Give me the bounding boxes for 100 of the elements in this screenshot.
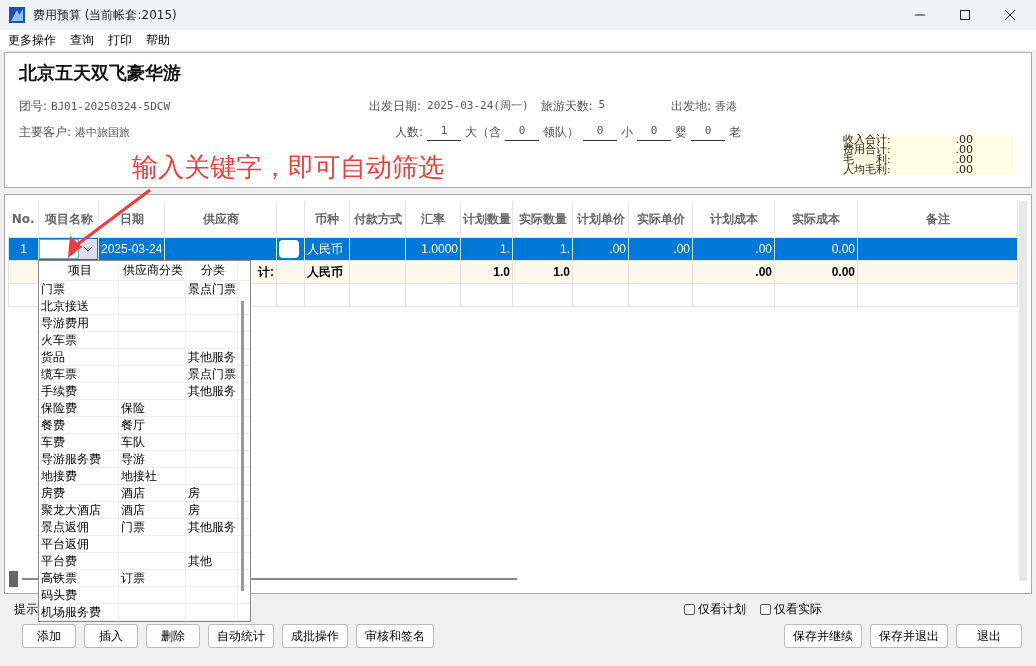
list-item[interactable]: 码头费 (41, 586, 77, 604)
column-header[interactable]: 供应商 (165, 212, 276, 226)
column-header[interactable]: 实际单价 (629, 212, 692, 226)
menu-item[interactable]: 查询 (70, 31, 94, 49)
total-value: .00 (955, 135, 973, 145)
menu-item[interactable]: 帮助 (146, 31, 170, 49)
list-item[interactable]: 地接费 (41, 467, 77, 485)
list-cell: 其他服务 (188, 382, 236, 400)
action-button[interactable]: 删除 (146, 624, 200, 648)
column-header[interactable]: 计划数量 (461, 212, 512, 226)
window-title: 费用预算 (当前帐套:2015) (33, 6, 177, 24)
list-cell: 其他 (188, 552, 212, 570)
action-button[interactable]: 成批操作 (282, 624, 348, 648)
tour-days: 5 (598, 97, 606, 115)
list-cell: 地接社 (121, 467, 157, 485)
cell-checkbox[interactable] (279, 240, 299, 258)
list-column-header: 项目 (39, 261, 119, 280)
table-cell: 1.0 (553, 265, 570, 279)
hint-label: 提示 (14, 600, 38, 618)
people-count: 1 (427, 123, 462, 141)
close-icon[interactable] (1004, 9, 1016, 21)
table-cell: 计: (258, 264, 274, 279)
list-cell: 车队 (121, 433, 145, 451)
list-item[interactable]: 手续费 (41, 382, 77, 400)
people-unit: 小 (621, 123, 634, 141)
selected-row[interactable]: 1 2025-03-24 人民币 1.0000 1. 1. .00 .00 .00 0.00 (8, 237, 1018, 261)
list-item[interactable]: 货品 (41, 348, 65, 366)
action-button[interactable]: 添加 (22, 624, 76, 648)
column-header[interactable]: 汇率 (406, 212, 460, 226)
action-button[interactable]: 保存并继续 (784, 624, 862, 648)
column-header[interactable]: 备注 (858, 212, 1017, 226)
action-button[interactable]: 审核和签名 (356, 624, 434, 648)
horizontal-scrollbar[interactable] (9, 571, 517, 587)
menu-item[interactable]: 更多操作 (8, 31, 56, 49)
checkbox-label: 仅看实际 (774, 600, 822, 618)
list-cell: 酒店 (121, 501, 145, 519)
column-header[interactable]: 实际成本 (775, 212, 857, 226)
checkbox-label: 仅看计划 (698, 600, 746, 618)
checkbox[interactable] (684, 603, 695, 615)
list-item[interactable]: 餐费 (41, 416, 65, 434)
people-count: 0 (583, 123, 618, 141)
list-item[interactable]: 聚龙大酒店 (41, 501, 101, 519)
group-number: BJ01-20250324-5DCW (50, 99, 171, 113)
list-cell: 房 (188, 501, 200, 519)
list-item[interactable]: 平台返佣 (41, 535, 89, 553)
maximize-icon[interactable] (959, 9, 971, 21)
column-header[interactable]: 计划单价 (573, 212, 628, 226)
table-cell: 人民币 (307, 241, 343, 256)
list-item[interactable]: 景点返佣 (41, 518, 89, 536)
people-count: 0 (637, 123, 672, 141)
list-cell: 其他服务 (188, 518, 236, 536)
list-cell: 门票 (121, 518, 145, 536)
action-button[interactable]: 自动统计 (208, 624, 274, 648)
list-item[interactable]: 保险费 (41, 399, 77, 417)
field-label: 主要客户: (19, 124, 72, 139)
menu-item[interactable]: 打印 (108, 31, 132, 49)
list-item[interactable]: 导游服务费 (41, 450, 101, 468)
list-item[interactable]: 房费 (41, 484, 65, 502)
people-count: 0 (505, 123, 540, 141)
table-cell: .00 (755, 242, 772, 256)
column-header[interactable]: 项目名称 (39, 212, 98, 226)
list-item[interactable]: 高铁票 (41, 569, 77, 587)
field-label: 旅游天数: (540, 97, 593, 115)
list-item[interactable]: 车费 (41, 433, 65, 451)
list-item[interactable]: 北京接送 (41, 297, 89, 315)
table-cell: 2025-03-24 (101, 242, 163, 256)
list-cell: 餐厅 (121, 416, 145, 434)
total-label: 人均毛利: (843, 165, 891, 175)
list-item[interactable]: 平台费 (41, 552, 77, 570)
table-cell: 1.0000 (421, 242, 458, 256)
column-header[interactable]: 付款方式 (350, 212, 405, 226)
total-label: 收入合计: (843, 135, 891, 145)
table-cell: .00 (673, 242, 690, 256)
table-cell: .00 (755, 265, 772, 279)
people-unit: 老 (729, 123, 742, 141)
action-button[interactable]: 插入 (84, 624, 138, 648)
dropdown-scrollbar[interactable] (241, 301, 244, 591)
column-header[interactable]: No. (8, 212, 38, 226)
people-count: 0 (691, 123, 726, 141)
list-item[interactable]: 缆车票 (41, 365, 77, 383)
action-button[interactable]: 保存并退出 (870, 624, 948, 648)
dropdown-button[interactable] (79, 239, 97, 259)
list-item[interactable]: 机场服务费 (41, 603, 101, 621)
table-cell: .00 (609, 242, 626, 256)
checkbox[interactable] (760, 603, 771, 615)
list-cell: 酒店 (121, 484, 145, 502)
column-header[interactable]: 币种 (305, 212, 349, 226)
list-item[interactable]: 火车票 (41, 331, 77, 349)
column-header[interactable]: 日期 (99, 212, 164, 226)
total-value: .00 (955, 165, 973, 175)
total-value: .00 (955, 145, 973, 155)
people-unit: 大（含 (465, 123, 502, 141)
departure-place: 香港 (714, 99, 737, 113)
action-button[interactable]: 退出 (956, 624, 1022, 648)
column-header[interactable]: 实际数量 (513, 212, 572, 226)
column-header[interactable]: 计划成本 (693, 212, 774, 226)
table-cell: 0.00 (831, 265, 855, 279)
field-label: 人数: (395, 123, 424, 141)
list-item[interactable]: 导游费用 (41, 314, 89, 332)
vertical-scrollbar[interactable] (1019, 201, 1027, 581)
